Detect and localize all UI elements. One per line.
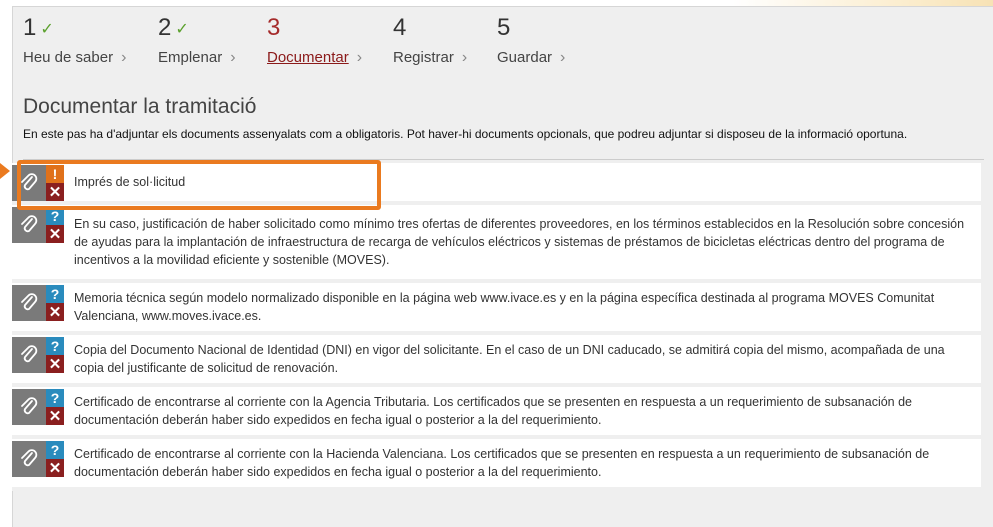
- step-1[interactable]: 1 ✓ Heu de saber ›: [23, 15, 126, 67]
- step-number: 4: [393, 14, 407, 41]
- chevron-right-icon: ›: [560, 49, 566, 66]
- delete-button[interactable]: ✕: [46, 407, 64, 425]
- document-row: ? ✕ Memoria técnica según modelo normali…: [12, 283, 981, 335]
- chevron-right-icon: ›: [230, 49, 236, 66]
- document-row: ? ✕ Certificado de encontrarse al corrie…: [12, 439, 981, 491]
- document-name: Memoria técnica según modelo normalizado…: [74, 291, 935, 323]
- attach-button[interactable]: [12, 337, 46, 373]
- section-description: En este pas ha d'adjuntar els documents …: [23, 127, 908, 141]
- step-label: Emplenar: [158, 49, 223, 66]
- step-5[interactable]: 5 Guardar ›: [497, 15, 565, 67]
- step-2[interactable]: 2 ✓ Emplenar ›: [158, 15, 236, 67]
- wizard-steps: 1 ✓ Heu de saber › 2 ✓ Emplenar › 3 Document…: [23, 15, 723, 75]
- delete-button[interactable]: ✕: [46, 225, 64, 243]
- attach-button[interactable]: [12, 389, 46, 425]
- paperclip-icon: [21, 397, 38, 415]
- attach-button[interactable]: [12, 207, 46, 243]
- document-row: ? ✕ Certificado de encontrarse al corrie…: [12, 387, 981, 439]
- document-name: Certificado de encontrarse al corriente …: [74, 395, 913, 427]
- step-label: Guardar: [497, 49, 553, 66]
- attach-button[interactable]: [12, 441, 46, 477]
- step-label: Heu de saber: [23, 49, 114, 66]
- paperclip-icon: [21, 293, 38, 311]
- step-4[interactable]: 4 Registrar ›: [393, 15, 467, 67]
- chevron-right-icon: ›: [356, 49, 363, 66]
- document-name: En su caso, justificación de haber solic…: [74, 217, 965, 267]
- attach-button[interactable]: [12, 285, 46, 321]
- optional-status-icon: ?: [46, 337, 64, 355]
- step-number: 5: [497, 14, 511, 41]
- document-name: Copia del Documento Nacional de Identida…: [74, 343, 945, 375]
- optional-status-icon: ?: [46, 441, 64, 459]
- paperclip-icon: [21, 345, 38, 363]
- step-3[interactable]: 3 Documentar ›: [267, 15, 362, 67]
- step-label: Documentar: [267, 49, 349, 66]
- step-label: Registrar: [393, 49, 454, 66]
- optional-status-icon: ?: [46, 389, 64, 407]
- chevron-right-icon: ›: [461, 49, 468, 66]
- highlight-box: [17, 160, 381, 210]
- chevron-right-icon: ›: [121, 49, 127, 66]
- document-list: ! ✕ Imprés de sol·licitud ? ✕ En su caso…: [12, 163, 981, 491]
- delete-button[interactable]: ✕: [46, 303, 64, 321]
- arrow-pointer-icon: [0, 163, 10, 179]
- check-icon: ✓: [175, 21, 189, 38]
- delete-button[interactable]: ✕: [46, 459, 64, 477]
- document-row: ? ✕ En su caso, justificación de haber s…: [12, 205, 981, 283]
- check-icon: ✓: [40, 21, 54, 38]
- step-number: 1: [23, 14, 37, 41]
- step-number: 2: [158, 14, 172, 41]
- paperclip-icon: [21, 449, 38, 467]
- optional-status-icon: ?: [46, 285, 64, 303]
- step-number: 3: [267, 14, 281, 41]
- document-name: Certificado de encontrarse al corriente …: [74, 447, 930, 479]
- paperclip-icon: [21, 215, 38, 233]
- delete-button[interactable]: ✕: [46, 355, 64, 373]
- section-title: Documentar la tramitació: [23, 95, 257, 118]
- document-row: ? ✕ Copia del Documento Nacional de Iden…: [12, 335, 981, 387]
